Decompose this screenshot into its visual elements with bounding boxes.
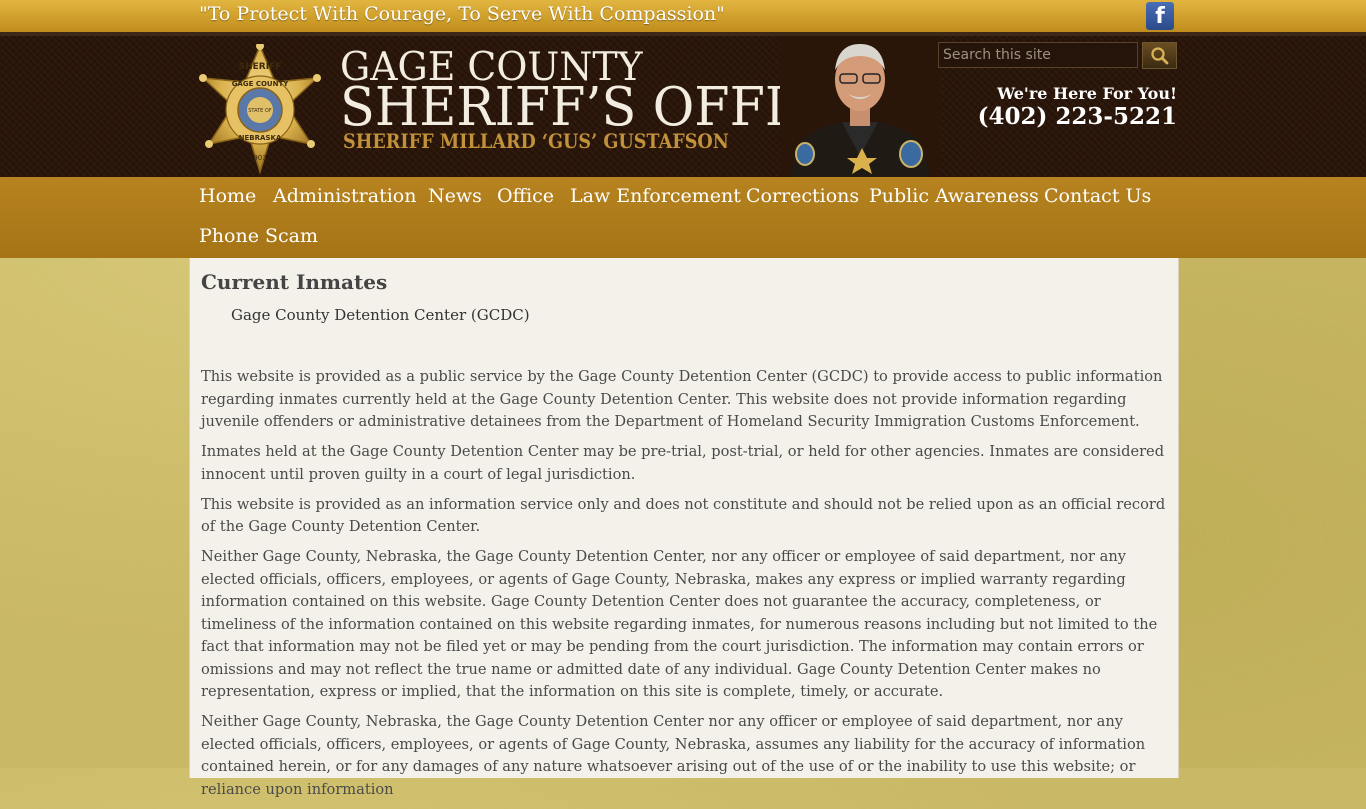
- nav-item-phone-scam[interactable]: Phone Scam: [199, 225, 318, 247]
- badge-text-state: STATE OF: [248, 108, 272, 114]
- sheriff-badge-logo[interactable]: SHERIFF GAGE COUNTY STATE OF NEBRASKA 90…: [193, 44, 327, 174]
- disclaimer-paragraph: This website is provided as an informati…: [201, 495, 1166, 536]
- disclaimer-paragraph: This website is provided as a public ser…: [201, 368, 1163, 430]
- search-icon: [1150, 46, 1168, 64]
- facebook-icon[interactable]: f: [1146, 2, 1174, 30]
- search-button[interactable]: [1142, 42, 1177, 69]
- sheriff-portrait: [780, 36, 940, 177]
- badge-text-county: GAGE COUNTY: [232, 80, 290, 88]
- nav-item-administration[interactable]: Administration: [273, 185, 416, 207]
- nav-item-corrections[interactable]: Corrections: [746, 185, 859, 207]
- nav-item-contact-us[interactable]: Contact Us: [1044, 185, 1151, 207]
- site-tagline: "To Protect With Courage, To Serve With …: [199, 3, 725, 25]
- page-title: Current Inmates: [201, 270, 388, 294]
- top-bar: "To Protect With Courage, To Serve With …: [0, 0, 1366, 36]
- nav-item-office[interactable]: Office: [497, 185, 554, 207]
- facebook-letter: f: [1155, 4, 1165, 29]
- nav-item-news[interactable]: News: [428, 185, 482, 207]
- disclaimer-paragraph: Inmates held at the Gage County Detentio…: [201, 443, 1165, 483]
- site-header: SHERIFF GAGE COUNTY STATE OF NEBRASKA 90…: [0, 36, 1366, 177]
- badge-text-nebraska: NEBRASKA: [239, 134, 282, 142]
- phone-number[interactable]: (402) 223-5221: [978, 103, 1177, 130]
- disclaimer-text: This website is provided as a public ser…: [201, 366, 1169, 809]
- main-content: Current Inmates Gage County Detention Ce…: [189, 258, 1179, 798]
- nav-item-public-awareness[interactable]: Public Awareness: [869, 185, 1039, 207]
- badge-text-number: 903: [253, 154, 266, 162]
- disclaimer-paragraph: Neither Gage County, Nebraska, the Gage …: [201, 713, 1146, 798]
- badge-text-sheriff: SHERIFF: [239, 62, 282, 72]
- nav-item-law-enforcement[interactable]: Law Enforcement: [570, 185, 741, 207]
- search-input[interactable]: [938, 42, 1138, 68]
- main-navigation: Home Administration News Office Law Enfo…: [0, 177, 1366, 258]
- site-title-sheriff-name: SHERIFF MILLARD ‘GUS’ GUSTAFSON: [343, 129, 729, 153]
- disclaimer-paragraph: Neither Gage County, Nebraska, the Gage …: [201, 548, 1158, 700]
- page-subtitle: Gage County Detention Center (GCDC): [231, 306, 530, 324]
- here-for-you-text: We're Here For You!: [997, 84, 1177, 103]
- nav-item-home[interactable]: Home: [199, 185, 256, 207]
